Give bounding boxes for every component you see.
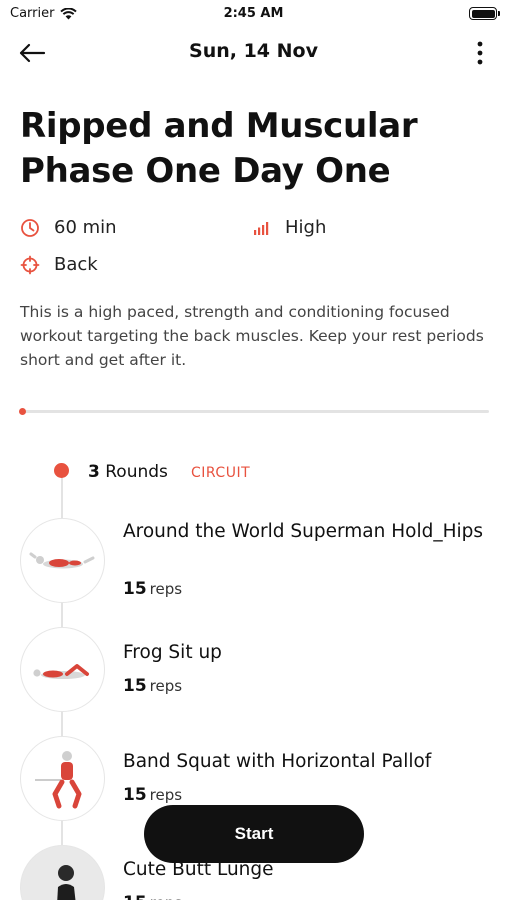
exercise-name: Frog Sit up: [123, 642, 222, 663]
target-icon: [20, 255, 40, 274]
rounds-word: Rounds: [105, 462, 168, 482]
reps-unit: reps: [149, 580, 183, 598]
signal-bars-icon: [254, 221, 269, 235]
exercise-reps: 15reps: [123, 579, 182, 599]
vertical-dots-icon: [477, 41, 483, 65]
status-bar: Carrier 2:45 AM: [0, 0, 507, 28]
workout-duration: 60 min: [20, 217, 117, 238]
rounds-count: 3: [88, 462, 100, 482]
exercise-name: Around the World Superman Hold_Hips: [123, 521, 484, 542]
frog-sit-up-figure-icon: [32, 663, 89, 679]
exercise-thumbnail: [20, 845, 105, 900]
progress-indicator: [19, 408, 26, 415]
rounds-marker-dot: [54, 463, 69, 478]
clock-icon: [21, 218, 39, 237]
lunge-person-photo-icon: [56, 864, 75, 900]
exercise-thumbnail: [20, 627, 105, 712]
nav-date-title: Sun, 14 Nov: [189, 40, 318, 62]
workout-title: Ripped and Muscular Phase One Day One: [20, 106, 418, 191]
exercise-reps: 15reps: [123, 676, 182, 696]
exercise-thumbnail: [20, 518, 105, 603]
level-text: High: [285, 217, 327, 238]
exercise-reps: 15reps: [123, 893, 182, 900]
reps-unit: reps: [149, 786, 183, 804]
navigation-bar: Sun, 14 Nov: [0, 30, 507, 74]
workout-focus: Back: [20, 254, 98, 275]
exercise-name: Band Squat with Horizontal Pallof: [123, 751, 432, 772]
reps-count: 15: [123, 785, 147, 805]
status-time: 2:45 AM: [223, 6, 284, 21]
reps-count: 15: [123, 676, 147, 696]
superman-hold-figure-icon: [29, 552, 94, 568]
reps-count: 15: [123, 893, 147, 900]
band-squat-figure-icon: [34, 750, 81, 808]
focus-text: Back: [54, 254, 98, 275]
workout-progress-bar: [19, 408, 489, 415]
workout-level: High: [253, 217, 326, 238]
start-button[interactable]: Start: [144, 805, 364, 863]
exercise-reps: 15reps: [123, 785, 182, 805]
reps-unit: reps: [150, 894, 182, 900]
workout-description: This is a high paced, strength and condi…: [20, 303, 484, 369]
duration-text: 60 min: [54, 217, 117, 238]
reps-count: 15: [123, 579, 147, 599]
battery-icon: [469, 7, 500, 20]
circuit-type-tag: CIRCUIT: [191, 465, 251, 481]
reps-unit: reps: [149, 677, 183, 695]
rounds-label: 3 Rounds: [88, 462, 168, 482]
exercise-thumbnail: [20, 736, 105, 821]
more-options-button[interactable]: [467, 36, 493, 70]
